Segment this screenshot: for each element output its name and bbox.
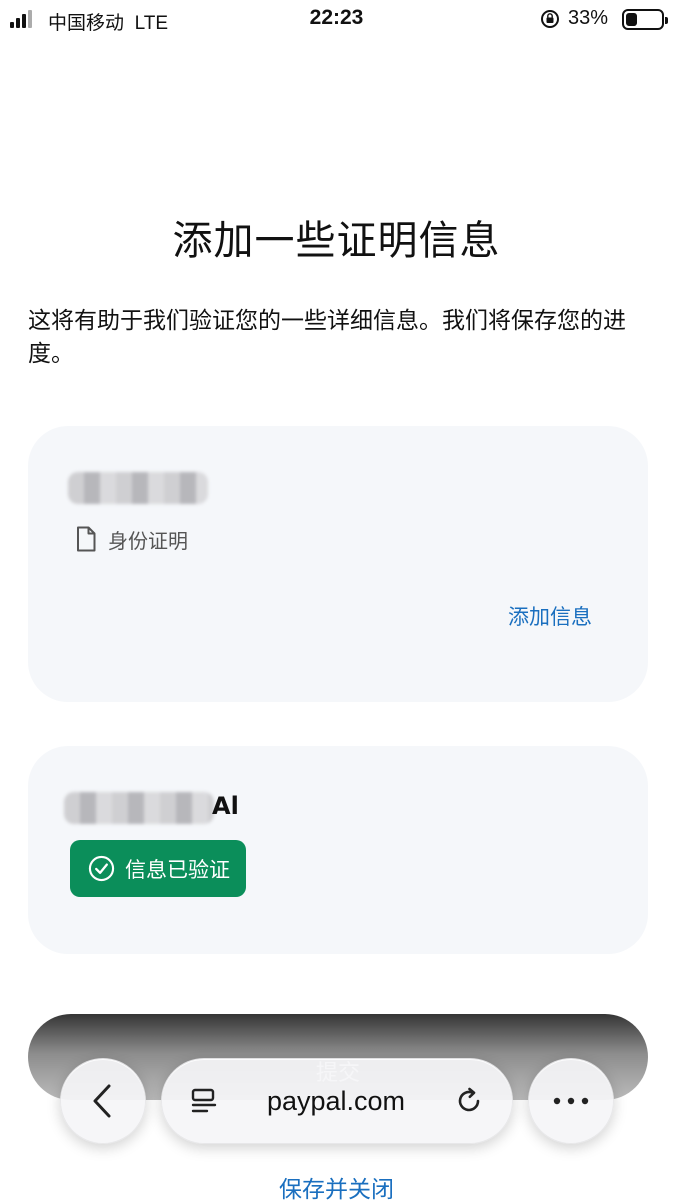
redacted-name [68,472,208,504]
browser-back-button[interactable] [60,1058,146,1144]
redacted-name [64,792,214,824]
page-menu-icon[interactable] [190,1087,218,1115]
document-type-label: 身份证明 [108,528,188,553]
name-visible-part: Al [212,792,239,820]
reload-icon[interactable] [454,1086,484,1116]
verified-status-badge: 信息已验证 [70,840,246,897]
verified-info-card: Al 信息已验证 [28,746,648,954]
url-text: paypal.com [266,1085,406,1116]
page-title: 添加一些证明信息 [172,218,501,264]
more-dots-icon [553,1097,589,1105]
document-icon [77,526,96,552]
id-document-card: 身份证明 添加信息 [28,426,648,702]
save-and-close-link[interactable]: 保存并关闭 [0,1170,673,1200]
status-bar: 中国移动 LTE 22:23 33% [0,0,673,40]
document-type-row: 身份证明 [76,524,188,554]
battery-icon [622,9,668,30]
add-info-link[interactable]: 添加信息 [508,601,592,631]
verified-status-label: 信息已验证 [125,857,230,882]
page-description: 这将有助于我们验证您的一些详细信息。我们将保存您的进度。 [28,308,626,367]
browser-more-button[interactable] [528,1058,614,1144]
chevron-left-icon [93,1084,111,1118]
check-circle-icon [88,855,115,882]
address-bar[interactable]: paypal.com [161,1058,513,1144]
battery-percent: 33% [568,7,609,29]
rotation-lock-icon [541,10,559,28]
